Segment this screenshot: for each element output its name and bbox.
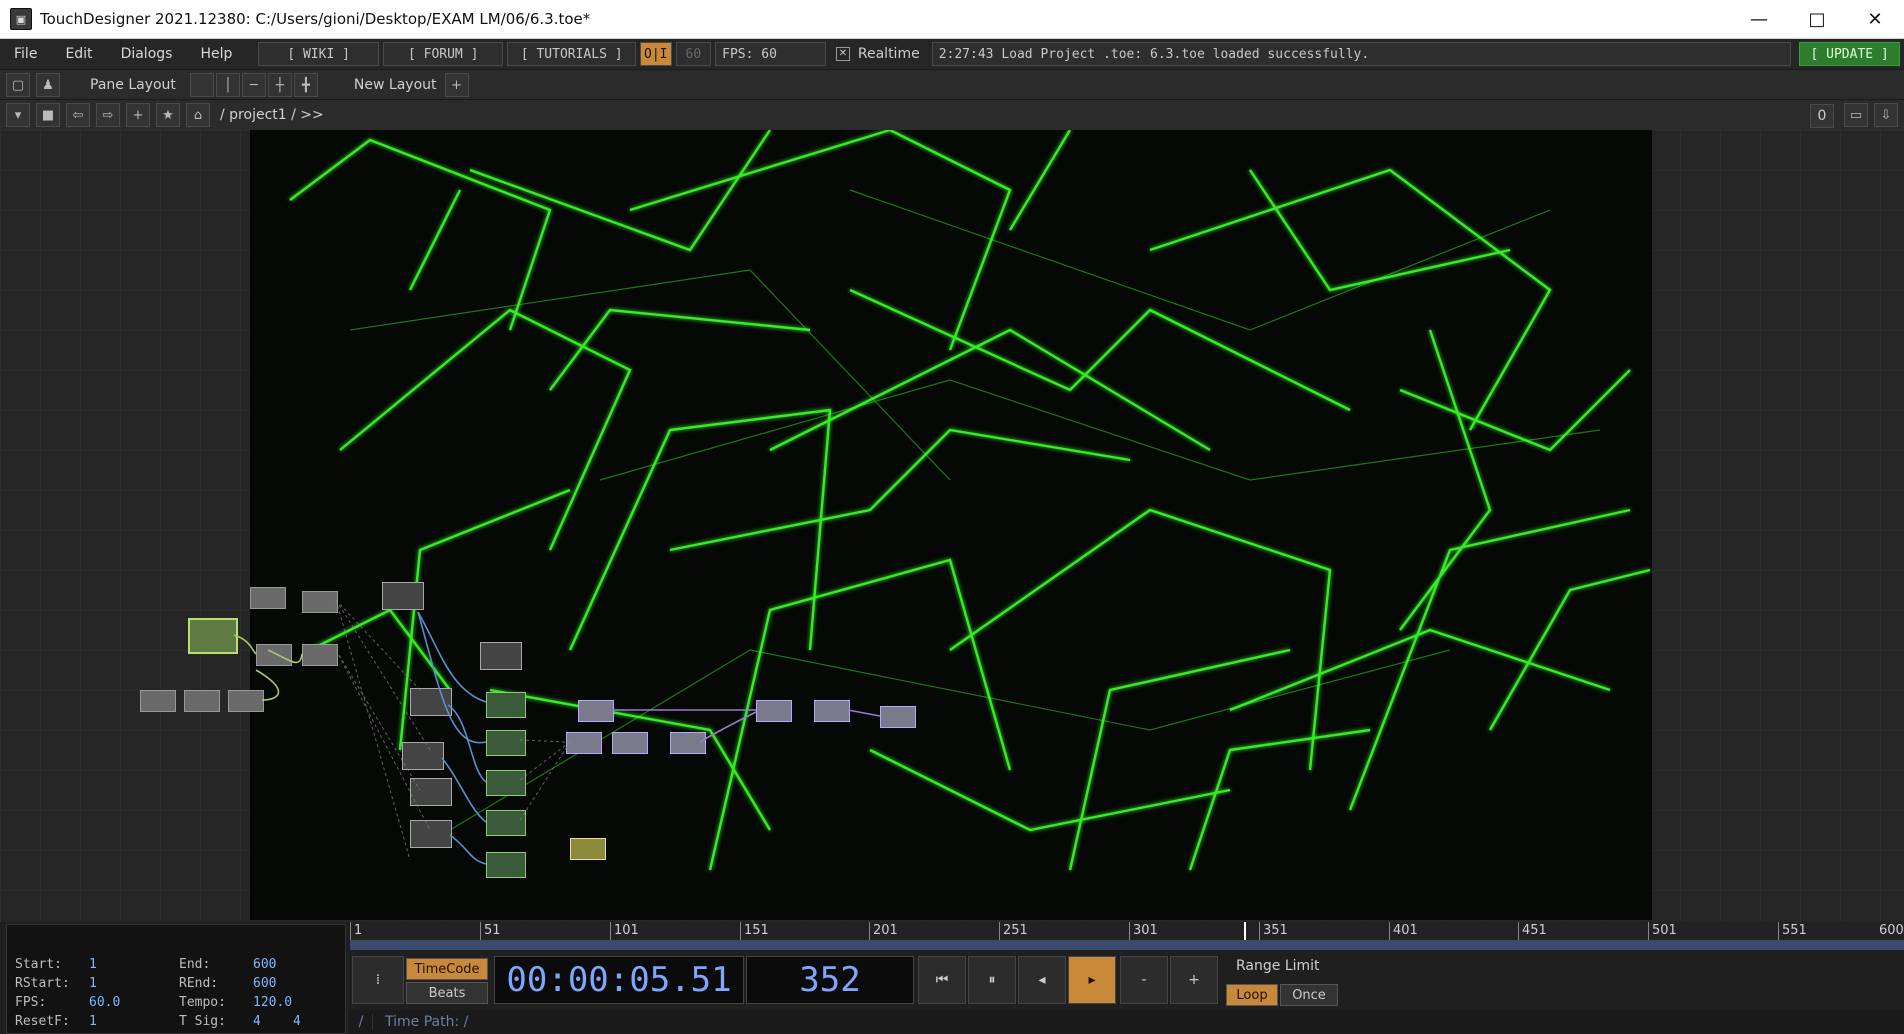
chevron-down-icon[interactable]: ▾ xyxy=(6,103,30,127)
fps-readout: FPS: 60 xyxy=(715,42,826,66)
range-settings-panel: Start: 1 End: 600 RStart: 1 REnd: 600 FP… xyxy=(6,924,346,1034)
start-value[interactable]: 1 xyxy=(89,957,149,972)
perform-mode-toggle[interactable]: O|I xyxy=(639,42,672,66)
once-button[interactable]: Once xyxy=(1280,984,1338,1006)
timecode-display[interactable]: 00:00:05.51 xyxy=(494,956,744,1004)
pane-count[interactable]: 0 xyxy=(1810,104,1834,128)
ruler-tick: 1 xyxy=(350,922,362,940)
ruler-tick: 551 xyxy=(1778,922,1807,940)
ruler-tick: 51 xyxy=(480,922,501,940)
ruler-tick: 201 xyxy=(869,922,898,940)
range-limit-label: Range Limit xyxy=(1236,958,1320,974)
frame-display[interactable]: 352 xyxy=(746,956,914,1004)
ruler-tick: 101 xyxy=(610,922,639,940)
pane-layout-label: Pane Layout xyxy=(90,77,176,93)
fps-limit-box[interactable]: 60 xyxy=(675,42,712,66)
new-layout-label: New Layout xyxy=(353,77,437,93)
node-wires xyxy=(233,599,881,865)
time-path-bar: / Time Path: / xyxy=(350,1010,1904,1034)
layout-toolbar: ▢ ♟ Pane Layout │ ─ ┼ ╋ New Layout + xyxy=(0,69,1904,100)
timeline-handle-icon[interactable]: ⁞ xyxy=(352,956,404,1004)
wiki-button[interactable]: [ WIKI ] xyxy=(258,42,379,66)
ruler-tick: 151 xyxy=(740,922,769,940)
loop-button[interactable]: Loop xyxy=(1226,984,1278,1006)
resetf-value[interactable]: 1 xyxy=(89,1014,149,1029)
tsig-denominator[interactable]: 4 xyxy=(293,1014,313,1029)
close-icon[interactable]: ✕ xyxy=(1846,0,1904,38)
time-path-label: Time Path: / xyxy=(385,1014,469,1030)
tempo-label: Tempo: xyxy=(179,995,226,1010)
rstart-label: RStart: xyxy=(15,976,70,991)
forum-button[interactable]: [ FORUM ] xyxy=(382,42,504,66)
tutorials-button[interactable]: [ TUTORIALS ] xyxy=(507,42,636,66)
pin-icon[interactable]: ⇩ xyxy=(1874,103,1898,127)
beats-toggle[interactable]: Beats xyxy=(406,982,488,1004)
ruler-tick: 451 xyxy=(1518,922,1547,940)
tsig-numerator[interactable]: 4 xyxy=(253,1014,293,1029)
window-titlebar: ▣ TouchDesigner 2021.12380: C:/Users/gio… xyxy=(0,0,1904,39)
frame-ruler[interactable]: 1 51 101 151 201 251 301 351 401 451 501… xyxy=(350,922,1904,950)
status-message: 2:27:43 Load Project .toe: 6.3.toe loade… xyxy=(931,42,1792,66)
plus-button[interactable]: + xyxy=(1170,956,1218,1004)
checkbox-icon[interactable]: ✕ xyxy=(835,47,850,61)
back-arrow-icon[interactable]: ⇦ xyxy=(66,103,90,127)
layout-split-vertical-icon[interactable]: │ xyxy=(215,73,240,97)
image-icon[interactable]: ▢ xyxy=(6,73,30,97)
ruler-tick: 251 xyxy=(999,922,1028,940)
resetf-label: ResetF: xyxy=(15,1014,70,1029)
layout-quad-icon[interactable]: ╋ xyxy=(293,73,318,97)
menu-help[interactable]: Help xyxy=(186,46,246,62)
maximize-pane-icon[interactable]: ▭ xyxy=(1844,103,1868,127)
timeline-scrub-bar[interactable] xyxy=(350,940,1904,950)
menu-bar: File Edit Dialogs Help [ WIKI ] [ FORUM … xyxy=(0,39,1904,69)
rend-value[interactable]: 600 xyxy=(253,976,313,991)
start-label: Start: xyxy=(15,957,62,972)
star-icon[interactable]: ★ xyxy=(156,103,180,127)
rend-label: REnd: xyxy=(179,976,219,991)
rstart-value[interactable]: 1 xyxy=(89,976,149,991)
add-layout-button[interactable]: + xyxy=(444,73,469,97)
maximize-icon[interactable]: □ xyxy=(1788,0,1846,38)
network-path[interactable]: / project1 / >> xyxy=(220,107,324,123)
menu-file[interactable]: File xyxy=(0,46,51,62)
menu-edit[interactable]: Edit xyxy=(51,46,106,62)
layout-single-icon[interactable] xyxy=(189,73,214,97)
plus-icon[interactable]: + xyxy=(126,103,150,127)
window-title: TouchDesigner 2021.12380: C:/Users/gioni… xyxy=(40,10,591,28)
play-icon[interactable]: ▸ xyxy=(1068,956,1116,1004)
touchdesigner-logo-icon: ▣ xyxy=(10,8,32,30)
fps-label: FPS: xyxy=(15,995,47,1010)
step-back-icon[interactable]: ◂ xyxy=(1018,956,1066,1004)
pause-icon[interactable]: ⏸ xyxy=(968,956,1016,1004)
rewind-icon[interactable]: ⏮ xyxy=(918,956,966,1004)
timecode-toggle[interactable]: TimeCode xyxy=(406,958,488,980)
tsig-label: T Sig: xyxy=(179,1014,226,1029)
layout-split-horizontal-icon[interactable]: ─ xyxy=(241,73,266,97)
path-bar: ▾ ■ ⇦ ⇨ + ★ ⌂ / project1 / >> 0 ▭ ⇩ xyxy=(0,99,1904,131)
tempo-value[interactable]: 120.0 xyxy=(253,995,313,1010)
network-editor[interactable] xyxy=(0,130,1904,922)
end-value[interactable]: 600 xyxy=(253,957,313,972)
minimize-icon[interactable]: — xyxy=(1730,0,1788,38)
end-label: End: xyxy=(179,957,211,972)
ruler-tick: 600 xyxy=(1879,923,1904,938)
menu-dialogs[interactable]: Dialogs xyxy=(107,46,187,62)
ruler-tick: 501 xyxy=(1648,922,1677,940)
ruler-tick: 351 xyxy=(1259,922,1288,940)
layout-three-icon[interactable]: ┼ xyxy=(267,73,292,97)
palette-icon[interactable]: ♟ xyxy=(36,73,60,97)
ruler-tick: 301 xyxy=(1129,922,1158,940)
stop-icon[interactable]: ■ xyxy=(36,103,60,127)
ruler-tick: 401 xyxy=(1389,922,1418,940)
time-path-root[interactable]: / xyxy=(350,1014,373,1030)
update-button[interactable]: [ UPDATE ] xyxy=(1799,42,1901,66)
fps-value[interactable]: 60.0 xyxy=(89,995,149,1010)
realtime-label: Realtime xyxy=(857,46,920,62)
forward-arrow-icon[interactable]: ⇨ xyxy=(96,103,120,127)
home-icon[interactable]: ⌂ xyxy=(186,103,210,127)
realtime-toggle[interactable]: ✕ Realtime xyxy=(835,46,920,62)
minus-button[interactable]: - xyxy=(1120,956,1168,1004)
